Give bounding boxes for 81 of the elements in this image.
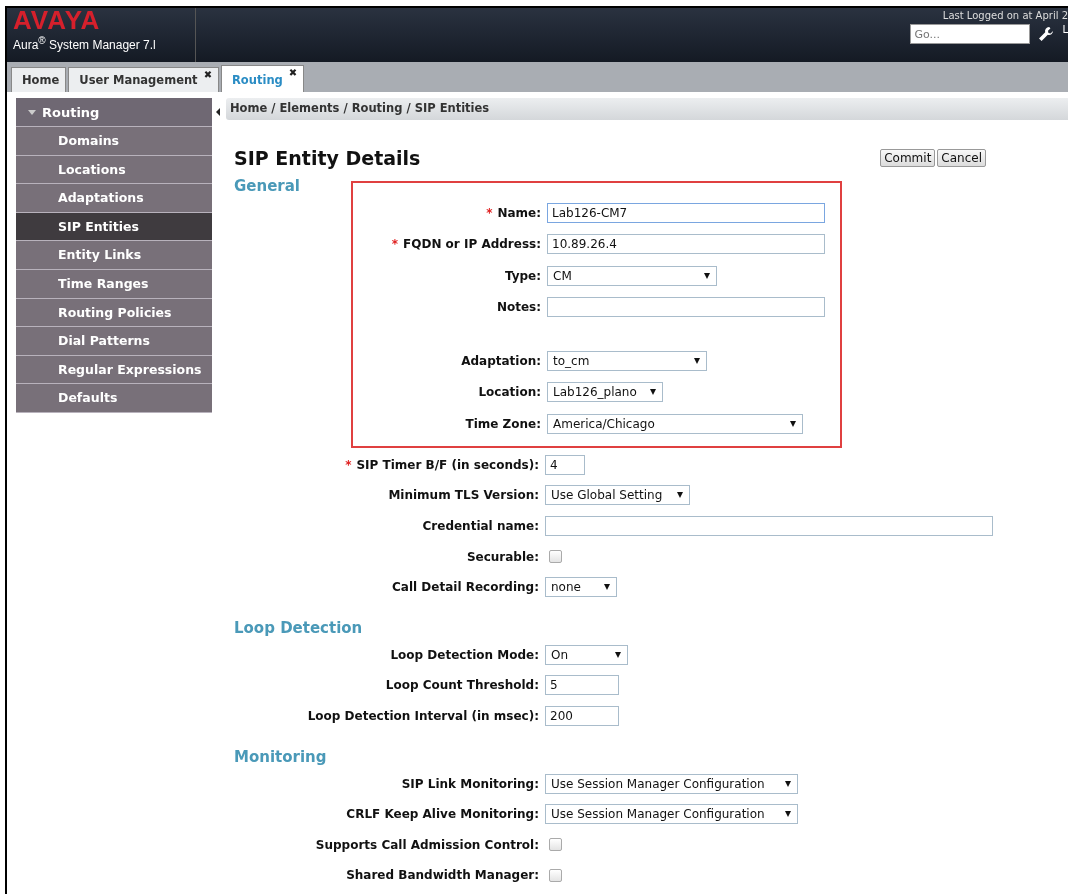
dropdown[interactable]: none (545, 577, 617, 598)
field-label: CRLF Keep Alive Monitoring: (346, 807, 539, 822)
field-label: SIP Link Monitoring: (401, 776, 539, 791)
logo: AVAYA (13, 8, 101, 32)
caret-icon (694, 357, 700, 364)
dropdown[interactable]: to_cm (547, 350, 707, 371)
field-label: Time Zone: (465, 416, 541, 431)
input-field[interactable]: 4 (545, 454, 585, 475)
dropdown[interactable]: Use Global Setting (545, 485, 690, 506)
form-button[interactable]: Cancel (937, 149, 986, 167)
close-icon[interactable]: ✖ (288, 66, 298, 80)
caret-icon (704, 272, 710, 279)
close-icon[interactable]: ✖ (203, 68, 212, 82)
required-mark: * (345, 457, 352, 472)
sidebar-item[interactable]: Domains (16, 127, 212, 156)
search-field[interactable]: Go... (910, 24, 1031, 44)
checkbox[interactable] (549, 550, 562, 564)
caret-icon (790, 420, 796, 427)
field-label: Shared Bandwidth Manager: (346, 868, 539, 883)
user-link[interactable]: L (1062, 24, 1068, 35)
input-field[interactable]: Lab126-CM7 (547, 202, 825, 223)
field-label: Securable: (466, 549, 539, 564)
caret-icon (604, 584, 610, 591)
input-field[interactable]: 10.89.26.4 (547, 234, 825, 255)
caret-icon (677, 492, 683, 499)
field-label: Notes: (496, 300, 541, 315)
input-field[interactable] (545, 516, 993, 536)
dropdown[interactable]: Use Session Manager Configuration (545, 773, 798, 794)
dropdown[interactable]: CM (547, 265, 717, 286)
sidebar-heading[interactable]: Routing (16, 98, 212, 127)
field-label: Name: (497, 205, 541, 220)
caret-icon (650, 389, 656, 396)
field-label: Loop Count Threshold: (385, 678, 539, 693)
sidebar-item[interactable]: Dial Patterns (16, 327, 212, 356)
field-label: Type: (504, 268, 541, 283)
required-mark: * (391, 237, 399, 252)
required-mark: * (486, 205, 493, 220)
field-label: SIP Timer B/F (in seconds): (356, 457, 539, 472)
input-field[interactable]: 5 (545, 675, 619, 696)
field-label: Loop Detection Mode: (390, 647, 539, 662)
tab[interactable]: User Management ✖ (68, 67, 219, 92)
collapse-icon[interactable] (216, 108, 220, 116)
tab[interactable]: Routing ✖ (221, 65, 305, 92)
product-name: Aura$^{®}$ System Manager 7.l (13, 35, 156, 52)
sidebar-item[interactable]: Regular Expressions (16, 355, 212, 385)
caret-icon (785, 780, 791, 787)
sidebar-item[interactable]: Entity Links (16, 241, 212, 270)
field-label: Call Detail Recording: (392, 580, 539, 595)
input-field[interactable] (547, 297, 825, 318)
sidebar-item[interactable]: Routing Policies (16, 298, 212, 328)
sidebar-item[interactable]: Locations (16, 155, 212, 185)
checkbox[interactable] (549, 868, 562, 882)
sidebar-item[interactable]: Defaults (16, 384, 212, 413)
field-label: Credential name: (422, 519, 539, 533)
triangle-icon (28, 109, 36, 115)
field-label: Location: (478, 385, 541, 400)
last-logged-text: Last Logged on at April 2 (942, 10, 1068, 21)
checkbox[interactable] (549, 838, 562, 852)
field-label: Supports Call Admission Control: (315, 837, 539, 852)
section-title: Monitoring (234, 748, 327, 767)
field-label: FQDN or IP Address: (403, 237, 541, 252)
dropdown[interactable]: Use Session Manager Configuration (545, 804, 798, 825)
caret-icon (615, 651, 621, 658)
breadcrumb: Home / Elements / Routing / SIP Entities (226, 98, 1068, 120)
caret-icon (785, 811, 791, 818)
dropdown[interactable]: America/Chicago (547, 413, 803, 434)
dropdown[interactable]: Lab126_plano (547, 382, 663, 403)
form-button[interactable]: Commit (880, 149, 936, 167)
input-field[interactable]: 200 (545, 705, 619, 726)
dropdown[interactable]: On (545, 644, 628, 665)
field-label: Adaptation: (461, 353, 541, 368)
sidebar-item[interactable]: Time Ranges (16, 269, 212, 299)
section-title: Loop Detection (234, 619, 363, 638)
field-label: Loop Detection Interval (in msec): (307, 708, 539, 723)
section-title: General (234, 177, 300, 195)
sidebar-item[interactable]: SIP Entities (16, 212, 212, 242)
sidebar-item[interactable]: Adaptations (16, 184, 212, 213)
page-title: SIP Entity Details (234, 147, 421, 169)
tab[interactable]: Home (11, 67, 67, 92)
wrench-icon[interactable] (1038, 26, 1055, 42)
field-label: Minimum TLS Version: (388, 488, 539, 503)
